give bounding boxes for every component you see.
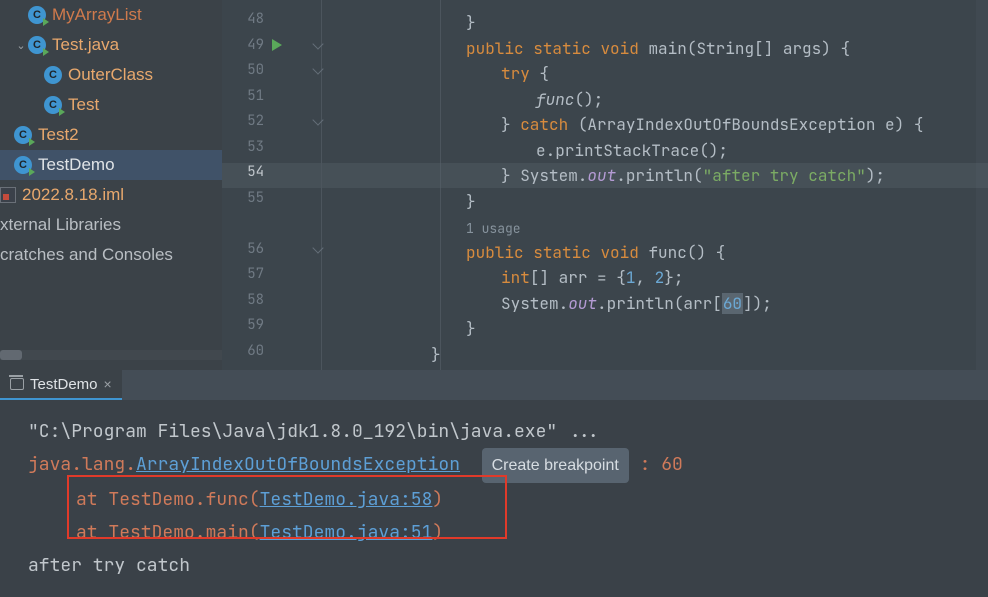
project-tree: C MyArrayList ⌄ C Test.java C OuterClass… bbox=[0, 0, 222, 370]
tree-item-test2[interactable]: C Test2 bbox=[0, 120, 222, 150]
tree-label: TestDemo bbox=[38, 155, 115, 175]
run-console[interactable]: "C:\Program Files\Java\jdk1.8.0_192\bin\… bbox=[0, 400, 988, 597]
code-line: func(); bbox=[536, 87, 603, 112]
line-number: 53 bbox=[222, 138, 264, 156]
run-tabbar: TestDemo × bbox=[0, 370, 988, 400]
code-line: public static void func() { bbox=[466, 240, 725, 265]
run-gutter-icon[interactable] bbox=[272, 39, 282, 51]
line-number: 56 bbox=[222, 240, 264, 258]
console-output: after try catch bbox=[28, 549, 960, 582]
code-line: try { bbox=[501, 61, 549, 86]
code-line: } System.out.println("after try catch"); bbox=[501, 163, 885, 188]
tree-label: xternal Libraries bbox=[0, 215, 121, 235]
class-run-icon: C bbox=[44, 96, 62, 114]
tree-label: 2022.8.18.iml bbox=[22, 185, 124, 205]
fold-toggle-icon[interactable] bbox=[312, 242, 323, 253]
tree-item-myarraylist[interactable]: C MyArrayList bbox=[0, 0, 222, 30]
line-number: 54 bbox=[222, 163, 264, 181]
line-number: 60 bbox=[222, 342, 264, 360]
tree-hscroll-track[interactable] bbox=[0, 350, 222, 360]
chevron-down-icon[interactable]: ⌄ bbox=[14, 39, 28, 52]
tree-hscroll-thumb[interactable] bbox=[0, 350, 22, 360]
run-tab-testdemo[interactable]: TestDemo × bbox=[0, 370, 122, 400]
tree-label: Test2 bbox=[38, 125, 79, 145]
usage-hint[interactable]: 1 usage bbox=[466, 216, 521, 241]
stack-frame: at TestDemo.func(TestDemo.java:58) bbox=[28, 483, 960, 516]
class-run-icon: C bbox=[28, 36, 46, 54]
source-link[interactable]: TestDemo.java:58 bbox=[260, 488, 433, 511]
line-number: 58 bbox=[222, 291, 264, 309]
line-number: 51 bbox=[222, 87, 264, 105]
terminal-icon bbox=[10, 378, 24, 390]
tree-label: Test.java bbox=[52, 35, 119, 55]
tree-item-scratches[interactable]: cratches and Consoles bbox=[0, 240, 222, 270]
code-line: } bbox=[466, 189, 476, 214]
tree-item-testjava[interactable]: ⌄ C Test.java bbox=[0, 30, 222, 60]
selected-literal: 60 bbox=[722, 293, 743, 314]
tree-label: OuterClass bbox=[68, 65, 153, 85]
line-number: 48 bbox=[222, 10, 264, 28]
source-link[interactable]: TestDemo.java:51 bbox=[260, 521, 433, 544]
code-line: System.out.println(arr[60]); bbox=[501, 291, 772, 316]
create-breakpoint-button[interactable]: Create breakpoint bbox=[482, 448, 629, 483]
close-icon[interactable]: × bbox=[104, 376, 112, 392]
tree-item-outerclass[interactable]: C OuterClass bbox=[0, 60, 222, 90]
tree-item-test[interactable]: C Test bbox=[0, 90, 222, 120]
code-line: } bbox=[431, 342, 441, 367]
code-line: e.printStackTrace(); bbox=[536, 138, 728, 163]
code-line: } bbox=[466, 10, 476, 35]
class-icon: C bbox=[44, 66, 62, 84]
tree-item-testdemo[interactable]: C TestDemo bbox=[0, 150, 222, 180]
console-exception: java.lang.ArrayIndexOutOfBoundsException… bbox=[28, 448, 960, 483]
code-line: int[] arr = {1, 2}; bbox=[501, 265, 683, 290]
fold-toggle-icon[interactable] bbox=[312, 114, 323, 125]
class-run-icon: C bbox=[28, 6, 46, 24]
class-run-icon: C bbox=[14, 156, 32, 174]
exception-link[interactable]: ArrayIndexOutOfBoundsException bbox=[136, 453, 460, 476]
line-number: 59 bbox=[222, 316, 264, 334]
stack-frame: at TestDemo.main(TestDemo.java:51) bbox=[28, 516, 960, 549]
tree-label: MyArrayList bbox=[52, 5, 142, 25]
line-number: 55 bbox=[222, 189, 264, 207]
line-number: 49 bbox=[222, 36, 264, 54]
tree-item-external-libs[interactable]: xternal Libraries bbox=[0, 210, 222, 240]
line-number: 52 bbox=[222, 112, 264, 130]
fold-toggle-icon[interactable] bbox=[312, 63, 323, 74]
line-number: 50 bbox=[222, 61, 264, 79]
fold-toggle-icon[interactable] bbox=[312, 38, 323, 49]
code-editor[interactable]: 48 49 50 51 52 53 54 55 56 57 58 59 60 }… bbox=[222, 0, 988, 370]
console-cmd: "C:\Program Files\Java\jdk1.8.0_192\bin\… bbox=[28, 415, 960, 448]
code-line: } bbox=[466, 316, 476, 341]
editor-vscroll-track[interactable] bbox=[976, 0, 988, 370]
tree-label: Test bbox=[68, 95, 99, 115]
code-line: } catch (ArrayIndexOutOfBoundsException … bbox=[501, 112, 923, 137]
code-line: public static void main(String[] args) { bbox=[466, 36, 850, 61]
tree-item-iml[interactable]: 2022.8.18.iml bbox=[0, 180, 222, 210]
tab-label: TestDemo bbox=[30, 376, 98, 393]
tree-label: cratches and Consoles bbox=[0, 245, 173, 265]
class-run-icon: C bbox=[14, 126, 32, 144]
line-number: 57 bbox=[222, 265, 264, 283]
module-file-icon bbox=[0, 187, 16, 203]
editor-gutter[interactable]: 48 49 50 51 52 53 54 55 56 57 58 59 60 bbox=[222, 0, 322, 370]
